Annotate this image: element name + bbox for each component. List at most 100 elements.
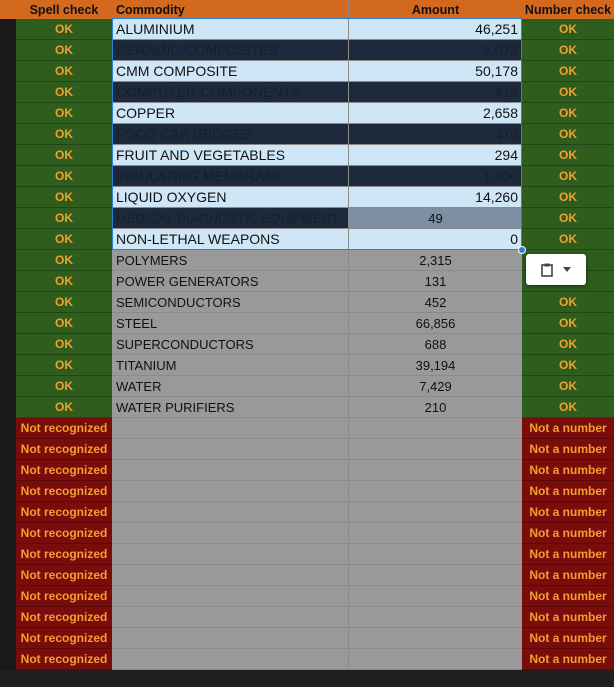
number-check-cell[interactable]: OK — [522, 124, 614, 145]
spell-check-cell[interactable]: OK — [16, 61, 112, 82]
header-spell-check[interactable]: Spell check — [16, 0, 112, 21]
commodity-cell[interactable]: INSULATING MEMBRANE — [112, 166, 349, 187]
commodity-cell[interactable]: FRUIT AND VEGETABLES — [112, 145, 349, 166]
commodity-cell[interactable]: SEMICONDUCTORS — [112, 292, 349, 313]
number-check-cell[interactable]: Not a number — [522, 586, 614, 607]
amount-cell[interactable]: 14,260 — [349, 187, 522, 208]
spell-check-cell[interactable]: OK — [16, 103, 112, 124]
commodity-cell[interactable] — [112, 565, 349, 586]
amount-cell[interactable]: 5,073 — [349, 40, 522, 61]
spell-check-cell[interactable]: OK — [16, 313, 112, 334]
amount-cell[interactable] — [349, 523, 522, 544]
spell-check-cell[interactable]: Not recognized — [16, 418, 112, 439]
amount-cell[interactable]: 39,194 — [349, 355, 522, 376]
commodity-cell[interactable] — [112, 418, 349, 439]
amount-cell[interactable]: 49 — [349, 208, 522, 229]
commodity-cell[interactable]: WATER — [112, 376, 349, 397]
amount-cell[interactable] — [349, 502, 522, 523]
commodity-cell[interactable]: TITANIUM — [112, 355, 349, 376]
number-check-cell[interactable]: Not a number — [522, 481, 614, 502]
spell-check-cell[interactable]: Not recognized — [16, 439, 112, 460]
commodity-cell[interactable]: LIQUID OXYGEN — [112, 187, 349, 208]
spell-check-cell[interactable]: OK — [16, 208, 112, 229]
spell-check-cell[interactable]: OK — [16, 229, 112, 250]
spell-check-cell[interactable]: OK — [16, 292, 112, 313]
amount-cell[interactable]: 452 — [349, 292, 522, 313]
amount-cell[interactable]: 2,658 — [349, 103, 522, 124]
amount-cell[interactable] — [349, 565, 522, 586]
commodity-cell[interactable] — [112, 523, 349, 544]
spell-check-cell[interactable]: Not recognized — [16, 481, 112, 502]
number-check-cell[interactable]: OK — [522, 229, 614, 250]
commodity-cell[interactable] — [112, 628, 349, 649]
number-check-cell[interactable]: Not a number — [522, 544, 614, 565]
number-check-cell[interactable]: OK — [522, 82, 614, 103]
spell-check-cell[interactable]: OK — [16, 145, 112, 166]
number-check-cell[interactable]: OK — [522, 334, 614, 355]
amount-cell[interactable] — [349, 544, 522, 565]
amount-cell[interactable]: 415 — [349, 82, 522, 103]
number-check-cell[interactable]: OK — [522, 103, 614, 124]
commodity-cell[interactable]: MEDICAL DIAGNOSTIC EQUIPMENT — [112, 208, 349, 229]
spell-check-cell[interactable]: Not recognized — [16, 649, 112, 670]
amount-cell[interactable] — [349, 607, 522, 628]
commodity-cell[interactable]: STEEL — [112, 313, 349, 334]
number-check-cell[interactable]: Not a number — [522, 460, 614, 481]
number-check-cell[interactable]: OK — [522, 292, 614, 313]
amount-cell[interactable]: 46,251 — [349, 19, 522, 40]
amount-cell[interactable] — [349, 586, 522, 607]
spell-check-cell[interactable]: Not recognized — [16, 565, 112, 586]
commodity-cell[interactable]: ALUMINIUM — [112, 19, 349, 40]
commodity-cell[interactable]: FOOD CARTRIDGES — [112, 124, 349, 145]
amount-cell[interactable]: 7,429 — [349, 376, 522, 397]
number-check-cell[interactable]: OK — [522, 19, 614, 40]
commodity-cell[interactable] — [112, 607, 349, 628]
spell-check-cell[interactable]: Not recognized — [16, 460, 112, 481]
number-check-cell[interactable]: OK — [522, 313, 614, 334]
commodity-cell[interactable] — [112, 460, 349, 481]
amount-cell[interactable]: 66,856 — [349, 313, 522, 334]
header-number-check[interactable]: Number check — [522, 0, 614, 21]
number-check-cell[interactable]: Not a number — [522, 439, 614, 460]
amount-cell[interactable]: 0 — [349, 229, 522, 250]
commodity-cell[interactable]: CMM COMPOSITE — [112, 61, 349, 82]
number-check-cell[interactable]: Not a number — [522, 607, 614, 628]
number-check-cell[interactable]: OK — [522, 187, 614, 208]
spell-check-cell[interactable]: OK — [16, 19, 112, 40]
spell-check-cell[interactable]: OK — [16, 82, 112, 103]
number-check-cell[interactable]: Not a number — [522, 418, 614, 439]
spell-check-cell[interactable]: OK — [16, 355, 112, 376]
number-check-cell[interactable]: Not a number — [522, 565, 614, 586]
amount-cell[interactable]: 1,600 — [349, 166, 522, 187]
fill-handle[interactable] — [518, 246, 526, 254]
commodity-cell[interactable]: SUPERCONDUCTORS — [112, 334, 349, 355]
spell-check-cell[interactable]: OK — [16, 40, 112, 61]
spell-check-cell[interactable]: Not recognized — [16, 523, 112, 544]
number-check-cell[interactable]: Not a number — [522, 628, 614, 649]
header-amount[interactable]: Amount — [349, 0, 522, 21]
spell-check-cell[interactable]: OK — [16, 124, 112, 145]
header-commodity[interactable]: Commodity — [112, 0, 349, 21]
amount-cell[interactable] — [349, 649, 522, 670]
spell-check-cell[interactable]: Not recognized — [16, 502, 112, 523]
number-check-cell[interactable]: Not a number — [522, 523, 614, 544]
spell-check-cell[interactable]: Not recognized — [16, 607, 112, 628]
commodity-cell[interactable]: WATER PURIFIERS — [112, 397, 349, 418]
commodity-cell[interactable] — [112, 481, 349, 502]
commodity-cell[interactable]: CERAMIC COMPOSITES — [112, 40, 349, 61]
spell-check-cell[interactable]: Not recognized — [16, 628, 112, 649]
number-check-cell[interactable]: OK — [522, 397, 614, 418]
spell-check-cell[interactable]: OK — [16, 271, 112, 292]
commodity-cell[interactable]: COPPER — [112, 103, 349, 124]
number-check-cell[interactable]: OK — [522, 61, 614, 82]
commodity-cell[interactable]: POWER GENERATORS — [112, 271, 349, 292]
spell-check-cell[interactable]: OK — [16, 397, 112, 418]
commodity-cell[interactable] — [112, 544, 349, 565]
amount-cell[interactable]: 470 — [349, 124, 522, 145]
spell-check-cell[interactable]: OK — [16, 250, 112, 271]
paste-options-button[interactable] — [526, 254, 586, 285]
commodity-cell[interactable] — [112, 649, 349, 670]
amount-cell[interactable] — [349, 418, 522, 439]
number-check-cell[interactable]: OK — [522, 355, 614, 376]
amount-cell[interactable]: 688 — [349, 334, 522, 355]
